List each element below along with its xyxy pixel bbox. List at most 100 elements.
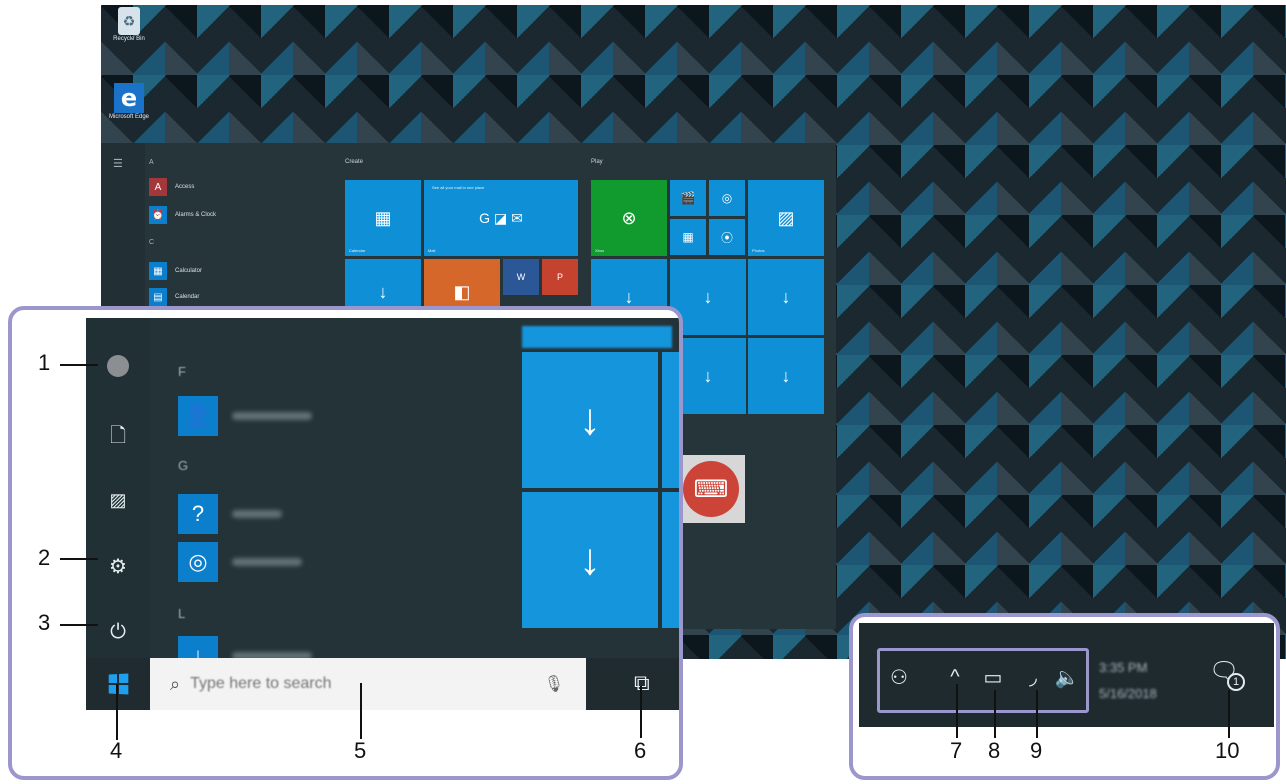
store-tile-header <box>522 326 672 348</box>
tile-download-6[interactable]: ↓ <box>748 338 824 414</box>
microphone-icon[interactable]: 🎙 <box>544 674 564 694</box>
documents-button[interactable]: 🗋 <box>106 425 130 450</box>
tile-maps[interactable]: ⦿ <box>709 219 745 255</box>
people-icon: ⚇ <box>890 666 908 689</box>
callout-label-6: 6 <box>634 738 647 763</box>
battery-icon: ▭ <box>983 666 1003 689</box>
letter-header-g[interactable]: G <box>178 458 188 473</box>
callout-label-8: 8 <box>988 738 1001 763</box>
access-icon: A <box>149 178 167 196</box>
leader-line-4 <box>116 684 118 740</box>
app-item-calendar[interactable]: ▤ Calendar <box>149 287 199 307</box>
letter-header-l[interactable]: L <box>178 606 185 621</box>
leader-line-10 <box>1228 690 1230 738</box>
settings-button[interactable]: ⚙ <box>106 554 130 578</box>
word-icon: W <box>516 272 526 282</box>
feedback-hub-icon: 👤 <box>178 396 218 436</box>
gear-icon: ⚙ <box>109 555 127 578</box>
clock[interactable]: 3:35 PM 5/16/2018 <box>1099 655 1199 707</box>
search-input[interactable] <box>190 675 544 693</box>
tile-movies[interactable]: 🎬 <box>670 180 706 216</box>
tile-partial-2[interactable] <box>662 492 679 628</box>
tile-word[interactable]: W <box>503 259 539 295</box>
app-item-access[interactable]: A Access <box>149 177 194 197</box>
tile-calculator[interactable]: ▦ <box>670 219 706 255</box>
recycle-bin-icon: ♻ <box>118 7 140 35</box>
app-item-feedback-hub[interactable]: 👤 <box>178 396 312 436</box>
app-name-blurred <box>232 558 302 566</box>
app-item-groove-music[interactable]: ◎ <box>178 542 302 582</box>
tile-photos[interactable]: ▨ Photos <box>748 180 824 256</box>
tile-keyboard-app[interactable]: ⌨ <box>677 455 745 523</box>
letter-header-f[interactable]: F <box>178 364 186 379</box>
app-item-alarms[interactable]: ⏰ Alarms & Clock <box>149 205 216 225</box>
tile-partial-1[interactable] <box>662 352 679 488</box>
action-center-button[interactable]: 🗨 1 <box>1209 657 1245 691</box>
download-arrow-icon: ↓ <box>703 365 713 386</box>
download-arrow-icon: ↓ <box>781 365 791 386</box>
tile-mail-line: See all your mail in one place <box>432 185 485 190</box>
callout-label-10: 10 <box>1215 738 1240 763</box>
clock-time: 3:35 PM <box>1099 660 1148 675</box>
start-button[interactable] <box>86 658 150 710</box>
leader-line-9 <box>1036 690 1038 738</box>
tile-groove[interactable]: ◎ <box>709 180 745 216</box>
tile-download-large-1[interactable]: ↓ <box>522 352 658 488</box>
document-icon: 🗋 <box>109 425 127 447</box>
user-avatar-icon <box>107 355 129 377</box>
tile-calendar[interactable]: ▦ Calendar <box>345 180 421 256</box>
user-account-button[interactable] <box>106 354 130 378</box>
mail-accounts-icon: G ◪ ✉ <box>479 209 523 226</box>
download-arrow-icon: ↓ <box>378 281 388 302</box>
pictures-button[interactable]: ▨ <box>106 488 130 512</box>
callout-label-7: 7 <box>950 738 963 763</box>
clock-date: 5/16/2018 <box>1099 686 1157 701</box>
desktop-icon-label: Microsoft Edge <box>108 114 150 120</box>
tile-caption: Photos <box>752 248 765 253</box>
keyboard-icon: ⌨ <box>683 461 739 517</box>
leader-line-7 <box>956 684 958 738</box>
search-box[interactable]: ⌕ 🎙 <box>150 658 586 710</box>
show-hidden-icons-button[interactable]: ^ <box>941 663 969 691</box>
desktop-icon-recycle-bin[interactable]: ♻ Recycle Bin <box>105 7 153 43</box>
xbox-icon: ⊗ <box>621 207 637 228</box>
leader-line-3 <box>60 624 98 626</box>
chevron-up-icon: ^ <box>950 665 960 688</box>
network-button[interactable]: ◞ <box>1019 663 1047 691</box>
desktop-icon-label: Recycle Bin <box>113 36 145 42</box>
leader-line-5 <box>360 683 362 739</box>
tile-mail[interactable]: See all your mail in one place G ◪ ✉ Mai… <box>424 180 578 256</box>
hamburger-menu-icon[interactable]: ☰ <box>113 157 123 170</box>
leader-line-6 <box>640 686 642 738</box>
battery-button[interactable]: ▭ <box>979 663 1007 691</box>
app-name: Alarms & Clock <box>175 212 217 218</box>
letter-header-a[interactable]: A <box>149 159 154 166</box>
power-button[interactable]: ⏻ <box>106 620 130 644</box>
people-button[interactable]: ⚇ <box>885 663 913 691</box>
app-item-get-help[interactable]: ? <box>178 494 282 534</box>
leader-line-1 <box>60 364 98 366</box>
tile-powerpoint[interactable]: P <box>542 259 578 295</box>
download-arrow-icon: ↓ <box>624 286 634 307</box>
letter-header-c[interactable]: C <box>149 239 154 246</box>
group-title-create[interactable]: Create <box>345 159 363 165</box>
tile-download-large-2[interactable]: ↓ <box>522 492 658 628</box>
notification-count: 1 <box>1227 673 1245 691</box>
wifi-icon: ◞ <box>1029 666 1037 689</box>
callout-label-2: 2 <box>38 545 51 570</box>
download-arrow-icon: ↓ <box>579 395 601 444</box>
app-name: Calendar <box>175 294 200 300</box>
tile-xbox[interactable]: ⊗ Xbox <box>591 180 667 256</box>
app-item-calculator[interactable]: ▦ Calculator <box>149 261 202 281</box>
volume-button[interactable]: 🔈 <box>1053 663 1081 691</box>
callout-label-9: 9 <box>1030 738 1043 763</box>
tile-download-4[interactable]: ↓ <box>748 259 824 335</box>
desktop-icon-edge[interactable]: e Microsoft Edge <box>105 83 153 121</box>
start-menu-zoomed: 🗋 ▨ ⚙ ⏻ F 👤 G ? ◎ L ↓ ↓ ↓ <box>86 318 679 676</box>
calculator-icon: ▦ <box>682 230 694 244</box>
group-title-play[interactable]: Play <box>591 159 603 165</box>
power-icon: ⏻ <box>110 620 126 643</box>
groove-music-icon: ◎ <box>178 542 218 582</box>
speaker-icon: 🔈 <box>1054 666 1080 689</box>
app-name-blurred <box>232 510 282 518</box>
